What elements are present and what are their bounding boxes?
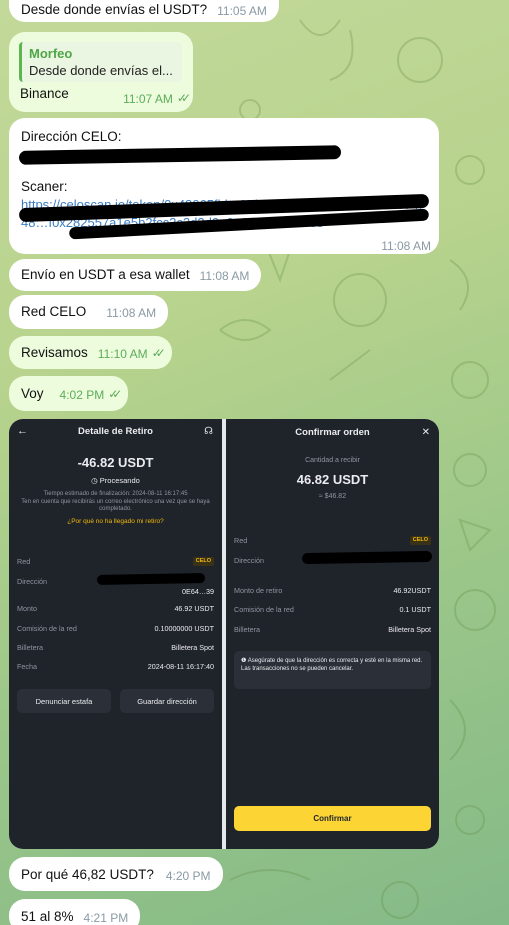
row-key: Comisión de la red xyxy=(234,605,294,614)
panel-title: Detalle de Retiro xyxy=(78,425,153,437)
reply-author: Morfeo xyxy=(29,46,73,61)
message-text: 51 al 8% xyxy=(21,909,74,924)
message-text: Revisamos xyxy=(21,345,88,360)
row-key: Red xyxy=(17,557,31,566)
message-bubble[interactable]: Revisamos 11:10 AM ✓✓ xyxy=(9,336,172,369)
row-value: 0.10000000 USDT xyxy=(154,624,214,633)
message-bubble-reply[interactable]: Morfeo Desde donde envías el... Binance … xyxy=(9,32,193,112)
address-label: Dirección CELO: xyxy=(21,129,122,144)
redaction-scribble xyxy=(96,573,206,585)
message-bubble[interactable]: 51 al 8% 4:21 PM xyxy=(9,899,141,925)
row-value: 46.92USDT xyxy=(393,586,431,595)
message-bubble-address[interactable]: Dirección CELO: Scaner: https://celoscan… xyxy=(9,118,439,254)
message-time: 4:20 PM xyxy=(165,869,211,883)
save-address-button[interactable]: Guardar dirección xyxy=(120,689,214,713)
network-tag: CELO xyxy=(409,536,431,545)
row-value: 0E64…39 xyxy=(182,587,214,596)
why-link[interactable]: ¿Por qué no ha llegado mi retiro? xyxy=(9,518,222,525)
withdraw-amount: -46.82 USDT xyxy=(77,455,154,470)
message-bubble[interactable]: Voy 4:02 PM ✓✓ xyxy=(9,376,129,411)
message-time: 11:08 AM xyxy=(106,306,157,320)
withdrawal-detail-panel: ← Detalle de Retiro ☊ -46.82 USDT ◷ Proces… xyxy=(9,419,222,849)
status-text: Procesando xyxy=(99,476,140,485)
support-icon[interactable]: ☊ xyxy=(204,426,213,437)
confirm-order-panel: Confirmar orden ✕ Cantidad a recibir 46.8… xyxy=(226,419,439,849)
row-value: 46.92 USDT xyxy=(174,604,214,613)
row-key: Monto xyxy=(17,604,37,613)
row-key: Dirección xyxy=(234,556,264,565)
row-key: Billetera xyxy=(17,643,43,652)
message-time: 11:08 AM xyxy=(199,269,250,283)
receive-amount: 46.82 USDT xyxy=(296,472,369,487)
back-arrow-icon[interactable]: ← xyxy=(17,425,28,437)
message-time: 11:08 AM xyxy=(381,239,431,253)
warning-text-2: Las transacciones no se pueden cancelar. xyxy=(241,666,354,672)
row-key: Red xyxy=(234,536,248,545)
row-key: Comisión de la red xyxy=(17,624,77,633)
row-key: Billetera xyxy=(234,625,260,634)
message-text: Envío en USDT a esa wallet xyxy=(21,267,190,282)
message-time: 11:07 AM xyxy=(123,92,173,106)
warning-note: ❶ Asegúrate de que la dirección es corre… xyxy=(234,651,431,689)
eta-text: Tiempo estimado de finalización: 2024-08… xyxy=(43,491,188,497)
row-key: Dirección xyxy=(17,577,47,586)
reply-quote[interactable]: Morfeo Desde donde envías el... xyxy=(19,42,182,82)
read-ticks-icon: ✓✓ xyxy=(176,91,191,105)
message-bubble[interactable]: Desde donde envías el USDT? 11:05 AM xyxy=(9,0,279,22)
message-text: Binance xyxy=(20,86,69,101)
close-icon[interactable]: ✕ xyxy=(422,427,430,438)
image-attachment[interactable]: ← Detalle de Retiro ☊ -46.82 USDT ◷ Proces… xyxy=(9,419,439,849)
message-bubble[interactable]: Por qué 46,82 USDT? 4:20 PM xyxy=(9,857,223,891)
message-text: Desde donde envías el USDT? xyxy=(21,2,208,17)
message-time: 11:10 AM xyxy=(97,347,148,361)
row-value: 0.1 USDT xyxy=(399,605,431,614)
row-value: Billetera Spot xyxy=(171,643,214,652)
message-time: 4:02 PM xyxy=(59,388,105,402)
message-bubble[interactable]: Envío en USDT a esa wallet 11:08 AM xyxy=(9,259,262,291)
row-key: Fecha xyxy=(17,662,37,671)
message-time: 4:21 PM xyxy=(83,911,129,925)
report-scam-button[interactable]: Denunciar estafa xyxy=(17,689,111,713)
row-key: Monto de retiro xyxy=(234,586,283,595)
message-text: Voy xyxy=(21,386,44,401)
reply-text: Desde donde envías el... xyxy=(29,63,173,78)
network-tag: CELO xyxy=(192,557,214,566)
message-text: Red CELO xyxy=(21,304,87,319)
receive-label: Cantidad a recibir xyxy=(305,457,360,464)
confirm-button[interactable]: Confirmar xyxy=(234,806,431,831)
message-time: 11:05 AM xyxy=(217,4,267,18)
row-value: Billetera Spot xyxy=(388,625,431,634)
read-ticks-icon: ✓✓ xyxy=(151,346,166,360)
receive-usd: ≈ $46.82 xyxy=(318,493,347,500)
message-text: Por qué 46,82 USDT? xyxy=(21,867,154,882)
row-value: 2024-08-11 16:17:40 xyxy=(147,662,214,671)
redaction-scribble xyxy=(301,550,433,565)
message-bubble[interactable]: Red CELO 11:08 AM xyxy=(9,295,169,329)
scanner-label: Scaner: xyxy=(21,179,68,194)
clock-icon: ◷ xyxy=(91,476,98,485)
notice-text: Ten en cuenta que recibirás un correo el… xyxy=(21,498,210,513)
read-ticks-icon: ✓✓ xyxy=(108,387,122,401)
panel-title: Confirmar orden xyxy=(295,426,370,438)
info-icon: ❶ xyxy=(241,658,247,664)
warning-text-1: Asegúrate de que la dirección es correct… xyxy=(247,658,423,664)
